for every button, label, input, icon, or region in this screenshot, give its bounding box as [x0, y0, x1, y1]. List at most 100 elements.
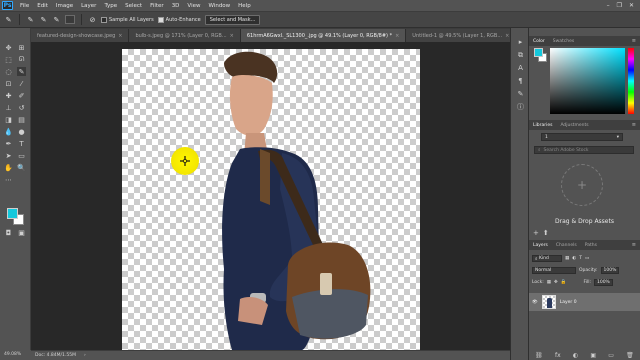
lasso-tool-icon[interactable]: ◌: [4, 67, 13, 76]
tab-color[interactable]: Color: [533, 39, 545, 44]
document-workspace[interactable]: [31, 42, 510, 350]
layer-row[interactable]: 👁 Layer 0: [529, 293, 640, 311]
crop-tool-icon[interactable]: ⊡: [4, 79, 13, 88]
quick-selection-tool-icon[interactable]: ✎: [17, 67, 26, 76]
history-brush-icon[interactable]: ↺: [17, 103, 26, 112]
foreground-color-swatch[interactable]: [7, 208, 18, 219]
tab-adjustments[interactable]: Adjustments: [560, 123, 588, 128]
status-zoom[interactable]: 49.08%: [0, 350, 31, 360]
close-icon[interactable]: ×: [505, 33, 509, 39]
upload-icon[interactable]: ⬆: [543, 229, 549, 237]
menu-file[interactable]: File: [16, 3, 33, 9]
more-tools-icon[interactable]: ⋯: [4, 175, 13, 184]
minimize-icon[interactable]: –: [607, 2, 610, 9]
tab-channels[interactable]: Channels: [556, 243, 577, 248]
hue-slider[interactable]: [628, 48, 634, 114]
pen-tool-icon[interactable]: ✒: [4, 139, 13, 148]
brush-size-picker[interactable]: [65, 15, 75, 24]
checkbox-box[interactable]: [157, 16, 164, 23]
foreground-color-chip[interactable]: [534, 48, 543, 57]
shape-filter-icon[interactable]: ▭: [585, 256, 589, 261]
pixel-filter-icon[interactable]: ▦: [565, 256, 569, 261]
layer-kind-filter[interactable]: ⌕ Kind: [532, 255, 562, 262]
info-icon[interactable]: ⓘ: [516, 103, 525, 111]
add-mask-icon[interactable]: ▣: [590, 352, 596, 359]
add-content-icon[interactable]: +: [533, 229, 539, 237]
delete-layer-icon[interactable]: 🗑: [626, 352, 634, 359]
document-tab-active[interactable]: 61hrmA6Gwxl._SL1300_.jpg @ 49.1% (Layer …: [240, 29, 407, 42]
tab-paths[interactable]: Paths: [585, 243, 597, 248]
tab-swatches[interactable]: Swatches: [553, 39, 575, 44]
menu-view[interactable]: View: [183, 3, 204, 9]
eyedropper-tool-icon[interactable]: ⁄: [17, 79, 26, 88]
document-canvas[interactable]: [122, 49, 420, 350]
visibility-eye-icon[interactable]: 👁: [532, 300, 538, 305]
menu-help[interactable]: Help: [234, 3, 255, 9]
panel-menu-icon[interactable]: ≡: [632, 122, 636, 128]
marquee-tool-icon[interactable]: ⬚: [4, 55, 13, 64]
document-tab[interactable]: bulb-s.jpeg @ 171% (Layer 0, RGB... ×: [129, 29, 241, 42]
quick-mask-icon[interactable]: ◘: [4, 228, 13, 237]
type-filter-icon[interactable]: T: [579, 256, 582, 261]
opacity-input[interactable]: 100%: [600, 267, 620, 274]
color-picker-field[interactable]: [550, 48, 625, 114]
adjustment-filter-icon[interactable]: ◐: [572, 256, 576, 261]
lock-all-icon[interactable]: 🔒: [561, 280, 567, 285]
hand-tool-icon[interactable]: ✋: [4, 163, 13, 172]
new-layer-icon[interactable]: ▭: [608, 352, 614, 359]
brush-settings-icon[interactable]: ✎: [516, 90, 525, 98]
properties-icon[interactable]: ⧉: [516, 51, 525, 59]
move-tool-icon[interactable]: ✥: [4, 43, 13, 52]
menu-layer[interactable]: Layer: [77, 3, 100, 9]
panel-menu-icon[interactable]: ≡: [632, 38, 636, 44]
type-tool-icon[interactable]: T: [17, 139, 26, 148]
layer-style-icon[interactable]: fx: [555, 352, 561, 359]
add-asset-icon[interactable]: +: [561, 164, 603, 206]
eraser-tool-icon[interactable]: ◨: [4, 115, 13, 124]
paragraph-icon[interactable]: ¶: [516, 77, 525, 85]
auto-enhance-checkbox[interactable]: Auto-Enhance: [157, 16, 201, 23]
menu-image[interactable]: Image: [52, 3, 77, 9]
menu-select[interactable]: Select: [121, 3, 146, 9]
history-icon[interactable]: ▸: [516, 38, 525, 46]
tab-libraries[interactable]: Libraries: [533, 123, 552, 128]
brush-angle-icon[interactable]: ⊘: [88, 15, 97, 24]
menu-window[interactable]: Window: [204, 3, 234, 9]
adjustment-layer-icon[interactable]: ◐: [573, 352, 578, 359]
menu-3d[interactable]: 3D: [168, 3, 184, 9]
rectangle-tool-icon[interactable]: ▭: [17, 151, 26, 160]
lasso-tool-icon[interactable]: ᘏ: [17, 55, 26, 64]
add-to-selection-icon[interactable]: ✎: [39, 15, 48, 24]
healing-brush-icon[interactable]: ✚: [4, 91, 13, 100]
status-arrow-icon[interactable]: ›: [84, 353, 86, 358]
brush-tool-icon[interactable]: ✐: [17, 91, 26, 100]
menu-type[interactable]: Type: [100, 3, 121, 9]
stock-search-input[interactable]: ⌕ Search Adobe Stock: [534, 146, 634, 154]
panel-menu-icon[interactable]: ≡: [632, 242, 636, 248]
character-icon[interactable]: A: [516, 64, 525, 72]
restore-icon[interactable]: ❐: [617, 2, 622, 9]
screen-mode-icon[interactable]: ▣: [17, 228, 26, 237]
link-layers-icon[interactable]: ⛓: [535, 352, 543, 359]
layer-name[interactable]: Layer 0: [560, 300, 577, 305]
new-selection-icon[interactable]: ✎: [26, 15, 35, 24]
checkbox-box[interactable]: [101, 16, 107, 23]
close-icon[interactable]: ×: [230, 33, 234, 39]
gradient-tool-icon[interactable]: ▤: [17, 115, 26, 124]
blur-tool-icon[interactable]: 💧: [4, 127, 13, 136]
subtract-from-selection-icon[interactable]: ✎: [52, 15, 61, 24]
document-tab[interactable]: featured-design-showcase.jpeg ×: [31, 29, 130, 42]
lock-pixels-icon[interactable]: ▦: [547, 280, 551, 285]
fill-input[interactable]: 100%: [593, 279, 613, 286]
menu-edit[interactable]: Edit: [33, 3, 52, 9]
zoom-tool-icon[interactable]: 🔍: [17, 163, 26, 172]
dodge-tool-icon[interactable]: ●: [17, 127, 26, 136]
artboard-tool-icon[interactable]: ⊞: [17, 43, 26, 52]
document-tab[interactable]: Untitled-1 @ 49.5% (Layer 1, RGB... ×: [406, 29, 510, 42]
close-icon[interactable]: ✕: [629, 2, 634, 9]
blend-mode-select[interactable]: Normal: [532, 267, 576, 274]
sample-all-layers-checkbox[interactable]: Sample All Layers: [101, 16, 154, 23]
select-and-mask-button[interactable]: Select and Mask...: [204, 14, 261, 25]
quick-selection-tool-icon[interactable]: ✎: [4, 15, 13, 24]
library-selector[interactable]: 1 ▾: [541, 133, 623, 141]
